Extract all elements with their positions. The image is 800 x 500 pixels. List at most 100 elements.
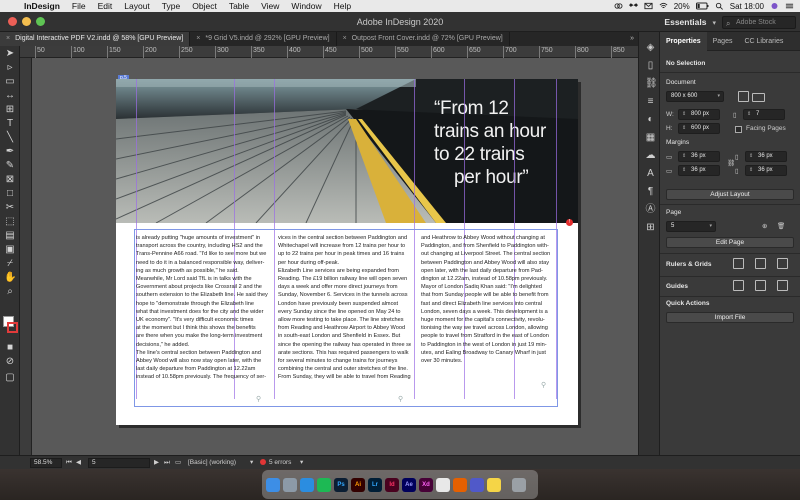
overset-error-icon[interactable]: ! [566,219,573,226]
chrome-icon[interactable] [436,477,450,492]
text-thread-icon[interactable]: ⚲ [541,381,551,389]
spotify-icon[interactable] [317,477,331,492]
stepper-icon[interactable]: ⇕ [682,124,686,133]
links-panel-icon[interactable]: ⛓ [645,78,658,89]
portrait-orientation-icon[interactable] [738,91,749,102]
width-field[interactable]: ⇕ 800 px [678,109,720,120]
page-tool-icon[interactable]: ▭ [4,76,16,88]
zoom-level-field[interactable]: 58.5% [30,458,62,468]
smart-guides-icon[interactable] [777,280,788,291]
scissors-tool-icon[interactable]: ✂ [4,202,16,214]
menu-object[interactable]: Object [186,1,223,11]
apply-none-icon[interactable]: ⊘ [4,356,16,368]
stepper-icon[interactable]: ⇕ [749,166,753,175]
safari-icon[interactable] [300,477,314,492]
menu-table[interactable]: Table [223,1,255,11]
delete-page-icon[interactable]: 🗑 [777,222,785,230]
after-effects-icon[interactable]: Ae [402,477,416,492]
rectangle-tool-icon[interactable]: □ [4,188,16,200]
text-thread-icon[interactable]: ⚲ [256,395,266,403]
margin-bottom-field[interactable]: ⇕ 36 px [678,165,720,176]
free-transform-tool-icon[interactable]: ⬚ [4,216,16,228]
paragraph-panel-icon[interactable]: ¶ [645,186,656,197]
edit-page-button[interactable]: Edit Page [666,237,794,248]
layers-panel-icon[interactable]: ◈ [645,42,656,53]
number-of-pages-field[interactable]: ⇕ 7 [743,109,785,120]
type-tool-icon[interactable]: T [4,118,16,130]
tab-outpost-front-cover[interactable]: × Outpost Front Cover.indd @ 72% [GPU Pre… [337,32,510,46]
preflight-errors[interactable]: 5 errors [260,456,291,470]
menu-app-name[interactable]: InDesign [18,1,66,11]
clock[interactable]: Sat 18:00 [730,2,764,11]
dropbox-icon[interactable] [628,2,638,10]
pasteboard[interactable]: p.5 “From 12 trains an hour to 22 trains… [32,58,638,455]
last-page-icon[interactable]: ⏭ [164,456,170,470]
show-guides-icon[interactable] [733,280,744,291]
preflight-profile-label[interactable]: [Basic] (working) [188,456,236,470]
add-page-icon[interactable]: ⊕ [762,222,767,230]
styles-panel-icon[interactable]: Ⓐ [645,204,656,215]
margin-left-field[interactable]: ⇕ 36 px [745,151,787,162]
menu-edit[interactable]: Edit [92,1,119,11]
next-page-icon[interactable]: ▶ [154,456,159,470]
horizontal-ruler[interactable]: 50 100 150 200 250 300 350 400 450 500 5… [20,46,638,58]
pull-quote[interactable]: “From 12 trains an hour to 22 trains per… [434,97,574,189]
stepper-icon[interactable]: ⇕ [682,110,686,119]
menu-file[interactable]: File [66,1,92,11]
character-panel-icon[interactable]: A [645,168,656,179]
menu-type[interactable]: Type [156,1,186,11]
pencil-tool-icon[interactable]: ✎ [4,160,16,172]
tab-pages[interactable]: Pages [707,32,739,51]
apply-color-icon[interactable]: ■ [4,342,16,354]
page-number-field[interactable]: 5 [88,458,150,468]
body-text-column-2[interactable]: vices in the central section between Pad… [278,234,411,382]
cc-libraries-icon[interactable]: ☁ [645,150,656,161]
direct-selection-tool-icon[interactable]: ▹ [4,62,16,74]
adjust-layout-button[interactable]: Adjust Layout [666,189,794,200]
stepper-icon[interactable]: ⇕ [682,152,686,161]
notes-icon[interactable] [487,477,501,492]
tab-overflow-icon[interactable]: » [630,32,634,46]
import-file-button[interactable]: Import File [666,312,794,323]
margin-right-field[interactable]: ⇕ 36 px [745,165,787,176]
tab-cc-libraries[interactable]: CC Libraries [738,32,789,51]
close-tab-icon[interactable]: × [6,35,10,42]
gmail-icon[interactable] [644,2,653,10]
indesign-icon[interactable]: Id [385,477,399,492]
text-thread-icon[interactable]: ⚲ [398,395,408,403]
landscape-orientation-icon[interactable] [752,93,765,102]
menu-view[interactable]: View [255,1,285,11]
document-grid-icon[interactable] [777,258,788,269]
zoom-tool-icon[interactable]: ⌕ [4,286,16,298]
selection-tool-icon[interactable]: ➤ [4,48,16,60]
document-page[interactable]: “From 12 trains an hour to 22 trains per… [116,79,578,425]
margin-top-field[interactable]: ⇕ 36 px [678,151,720,162]
tab-digital-interactive-pdf[interactable]: × Digital Interactive PDF V2.indd @ 58% [… [0,32,191,46]
ruler-toggle-icon[interactable] [733,258,744,269]
gap-tool-icon[interactable]: ↔ [4,90,16,102]
pen-tool-icon[interactable]: ✒ [4,146,16,158]
pages-panel-icon[interactable]: ▯ [645,60,656,71]
swatches-panel-icon[interactable]: ▦ [645,132,656,143]
body-text-column-3[interactable]: and Heathrow to Abbey Wood without chang… [421,234,554,365]
menu-layout[interactable]: Layout [118,1,156,11]
body-text-column-1[interactable]: is already putting "huge amounts of inve… [136,234,269,382]
firefox-icon[interactable] [453,477,467,492]
vertical-ruler[interactable] [20,58,32,455]
preflight-menu-icon[interactable]: ▾ [250,456,253,470]
rectangle-frame-tool-icon[interactable]: ⊠ [4,174,16,186]
line-tool-icon[interactable]: ╲ [4,132,16,144]
notification-center-icon[interactable] [785,2,794,10]
eyedropper-tool-icon[interactable]: ⌿ [4,258,16,270]
battery-icon[interactable] [695,2,709,10]
illustrator-icon[interactable]: Ai [351,477,365,492]
menubar-search-icon[interactable] [715,2,724,10]
page-select[interactable]: 5 ▾ [666,221,716,232]
document-preset-select[interactable]: 800 x 600 ▾ [666,91,724,102]
lock-guides-icon[interactable] [755,280,766,291]
height-field[interactable]: ⇕ 600 px [678,123,720,134]
previous-page-icon[interactable]: ◀ [76,456,81,470]
menu-help[interactable]: Help [328,1,357,11]
stroke-panel-icon[interactable]: ≡ [645,96,656,107]
stepper-icon[interactable]: ⇕ [749,152,753,161]
